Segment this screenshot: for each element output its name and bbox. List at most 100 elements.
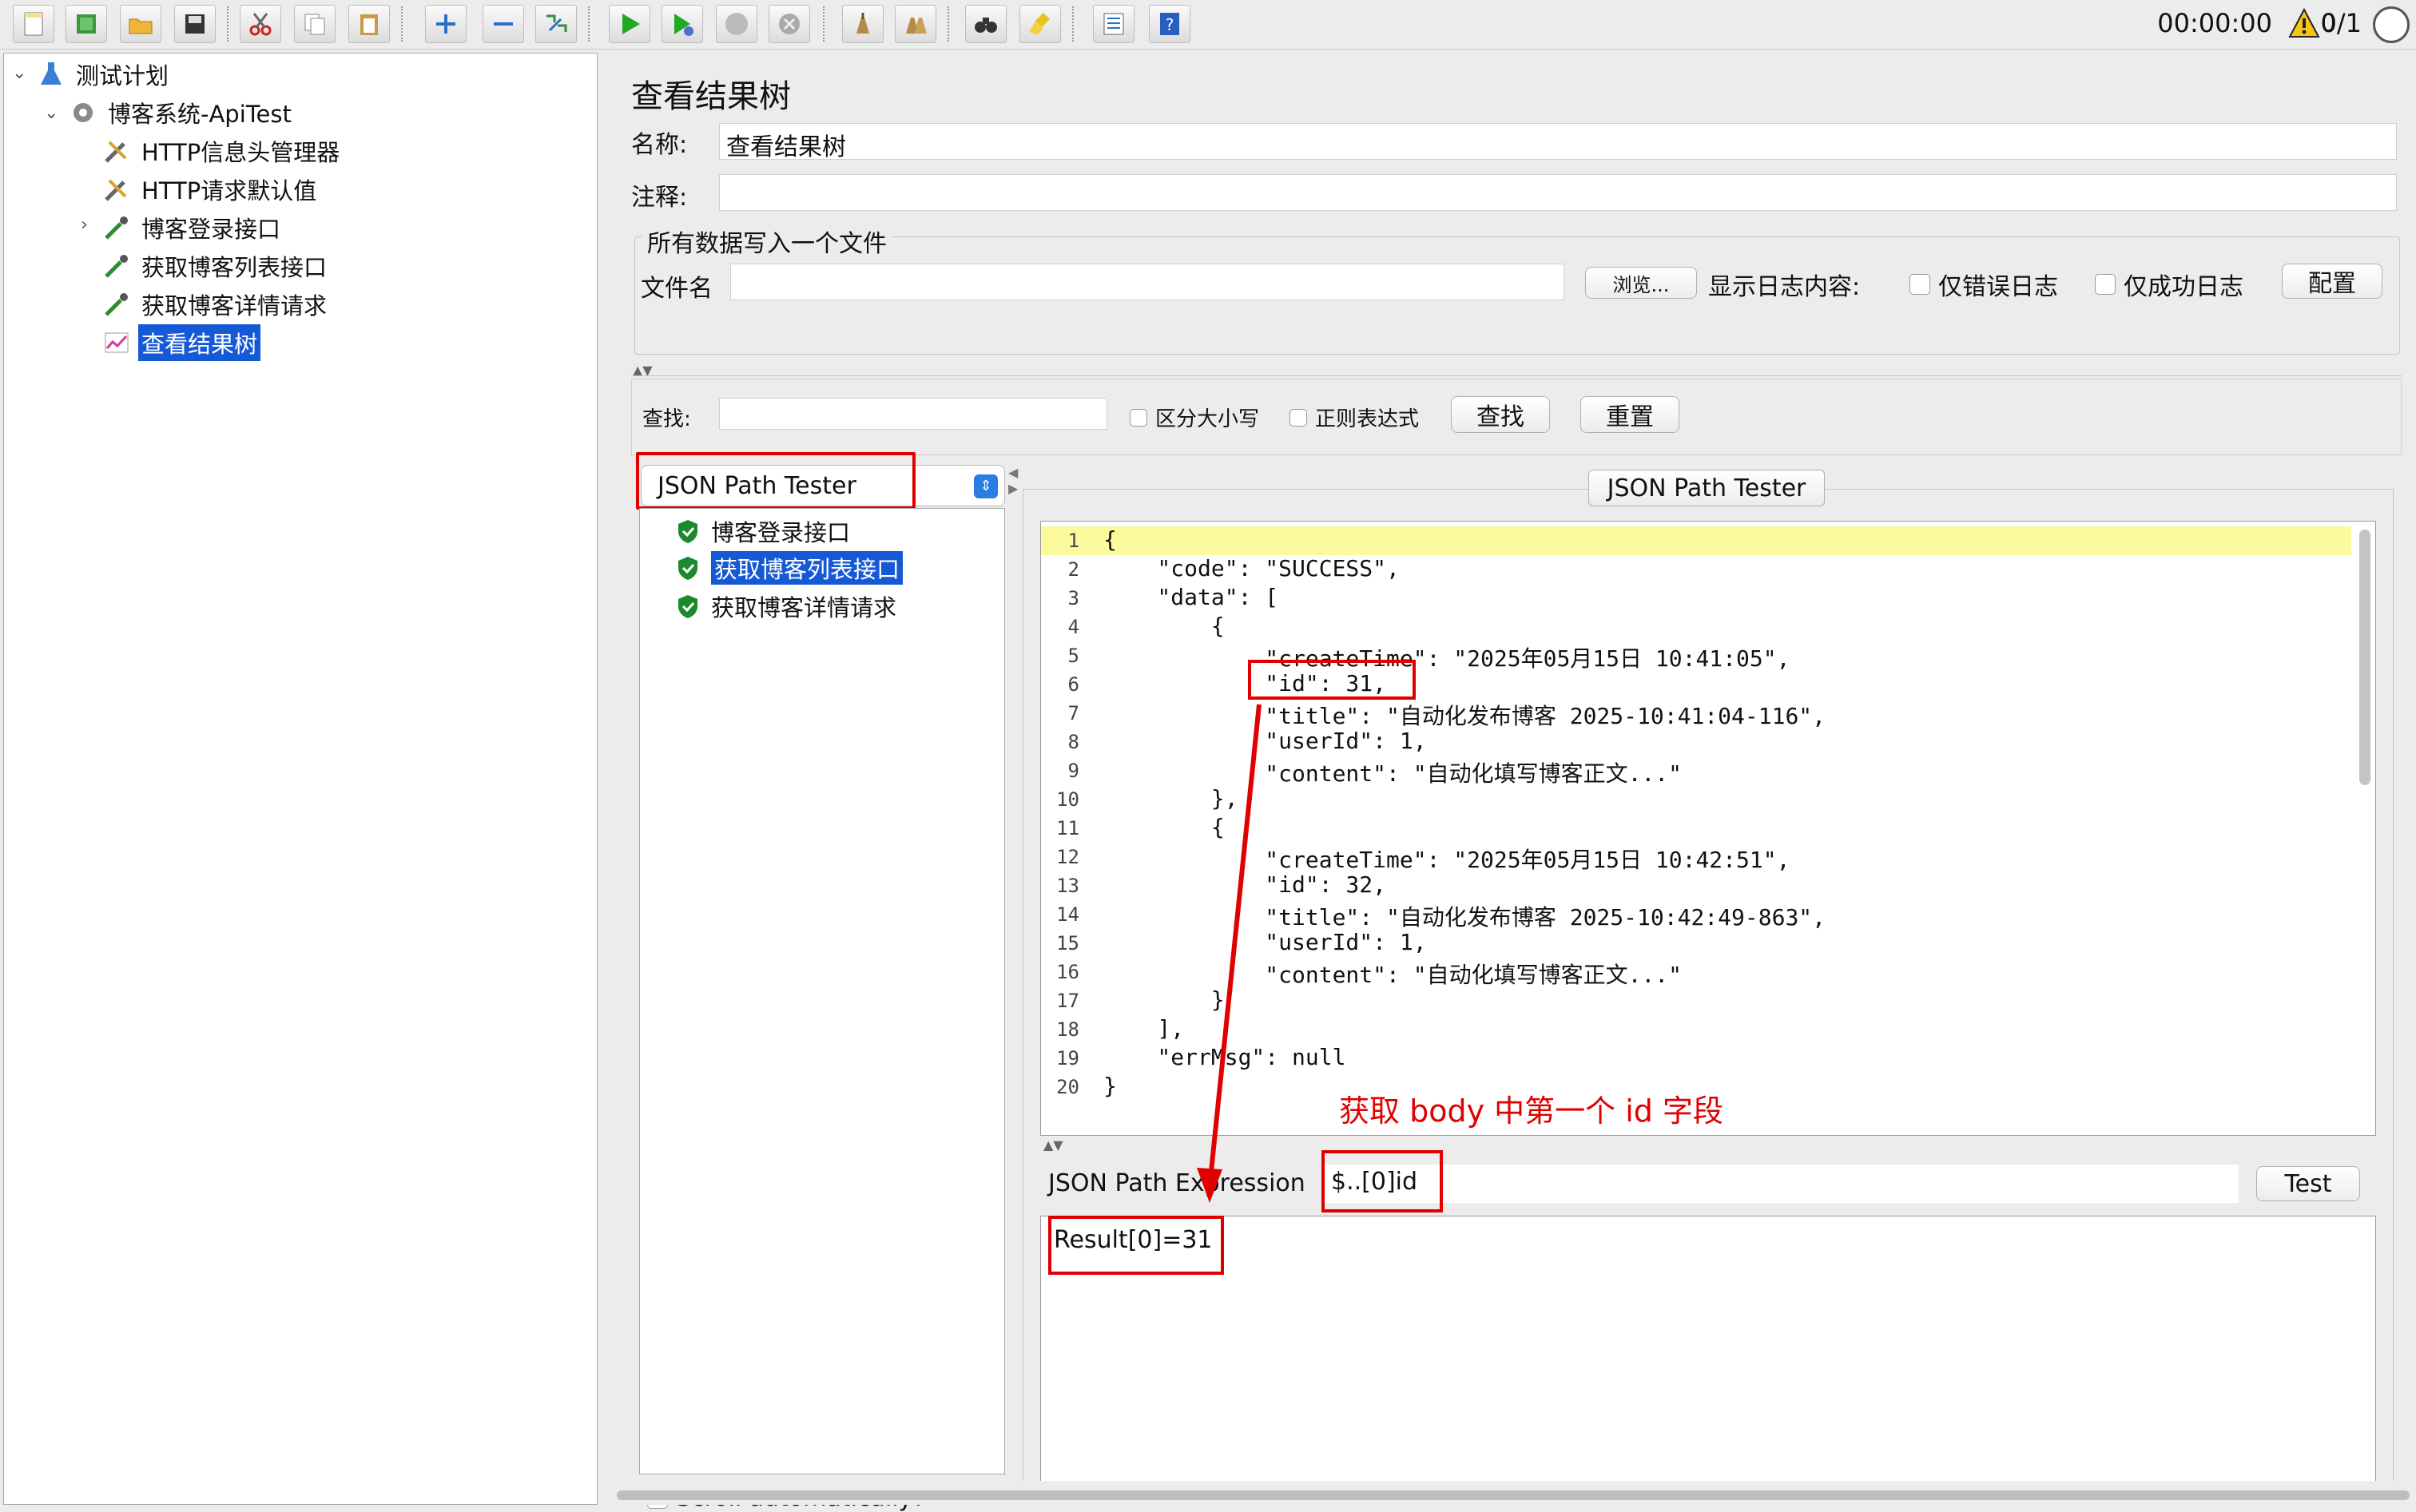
start-icon[interactable] [609,5,650,43]
tree-item-thread-group[interactable]: 博客系统-ApiTest [68,95,295,130]
tree-item-blog-detail-api[interactable]: 获取博客详情请求 [101,287,330,322]
result-output: Result[0]=31 [1040,1216,2376,1492]
renderer-highlight-box [636,452,916,510]
find-button[interactable]: 查找 [1451,396,1550,433]
line-number: 18 [1056,1018,1079,1041]
code-line: 2 "code": "SUCCESS", [1041,555,2351,584]
save-icon[interactable] [174,5,216,43]
line-number: 14 [1056,903,1079,926]
code-line: 1{ [1041,526,2351,555]
line-number: 1 [1067,530,1079,552]
function-helper-icon[interactable] [1093,5,1134,43]
comment-field[interactable] [719,174,2397,211]
line-number: 13 [1056,875,1079,897]
line-number: 15 [1056,932,1079,954]
result-row[interactable]: 博客登录接口 [676,514,850,548]
splitter[interactable] [601,53,612,1505]
page-title: 查看结果树 [631,78,791,115]
shutdown-icon[interactable] [769,5,810,43]
horizontal-scrollbar[interactable] [615,1481,2413,1505]
reset-button[interactable]: 重置 [1580,396,1679,433]
collapse-arrows-icon[interactable]: ▲▼ [1043,1137,1063,1153]
new-file-icon[interactable] [13,5,54,43]
sample-results-list [639,508,1005,1474]
line-number: 3 [1067,587,1079,609]
line-number: 7 [1067,702,1079,724]
help-icon[interactable]: ? [1149,5,1190,43]
checkbox[interactable] [1909,274,1930,295]
tree-item-request-defaults[interactable]: HTTP请求默认值 [101,172,320,207]
line-number: 16 [1056,961,1079,983]
line-number: 6 [1067,673,1079,696]
line-number: 20 [1056,1076,1079,1098]
browse-button[interactable]: 浏览... [1585,267,1697,299]
start-no-pause-icon[interactable] [662,5,703,43]
paste-icon[interactable] [348,5,390,43]
checkbox[interactable] [2095,274,2116,295]
code-text: { [1103,526,1117,553]
regex-checkbox[interactable]: 正则表达式 [1289,403,1419,432]
line-number: 19 [1056,1047,1079,1070]
tree-item-header-manager[interactable]: HTTP信息头管理器 [101,133,343,169]
code-text: { [1103,613,1225,639]
configure-button[interactable]: 配置 [2282,264,2382,299]
id-highlight-box [1248,660,1416,700]
wrench-icon [101,174,132,204]
editor-scrollbar[interactable] [2359,530,2370,785]
line-number: 10 [1056,788,1079,811]
search-icon[interactable] [965,5,1007,43]
errors-only-checkbox[interactable]: 仅错误日志 [1909,267,2058,302]
checkbox[interactable] [1130,408,1147,427]
pipette-icon [101,289,132,319]
result-row[interactable]: 获取博客列表接口 [676,551,904,585]
line-number: 9 [1067,760,1079,782]
templates-icon[interactable] [66,5,107,43]
filename-input[interactable] [730,264,1564,300]
tab-json-path-tester[interactable]: JSON Path Tester [1588,470,1825,506]
annotation-arrow [1197,704,1262,1203]
cut-icon[interactable] [240,5,281,43]
reset-search-icon[interactable] [1019,5,1061,43]
comment-label: 注释: [631,184,688,212]
tree-item-test-plan[interactable]: 测试计划 [36,57,172,92]
result-row[interactable]: 获取博客详情请求 [676,589,896,623]
json-path-input[interactable]: $..[0]id [1325,1165,2239,1203]
toggle-icon[interactable] [535,5,577,43]
chevron-down-icon[interactable]: ⌄ [12,63,26,83]
code-line: 3 "data": [ [1041,584,2351,613]
stop-icon[interactable] [716,5,757,43]
code-text: } [1103,1073,1117,1099]
test-button[interactable]: Test [2256,1166,2360,1201]
expand-icon[interactable] [425,5,467,43]
elapsed-time: 00:00:00 [2157,8,2272,38]
copy-icon[interactable] [294,5,336,43]
chevron-down-icon[interactable]: ⌄ [44,103,58,123]
code-text: "createTime": "2025年05月15日 10:41:05", [1103,645,1790,672]
case-sensitive-checkbox[interactable]: 区分大小写 [1130,403,1259,432]
success-shield-icon [678,595,697,618]
tree-item-blog-list-api[interactable]: 获取博客列表接口 [101,248,330,284]
chevron-right-icon[interactable]: › [81,215,88,235]
split-arrows-icon[interactable]: ◀ ▶ [1008,465,1018,497]
clear-icon[interactable] [842,5,884,43]
line-number: 5 [1067,645,1079,667]
line-number: 2 [1067,558,1079,581]
tree-item-results-tree[interactable]: 查看结果树 [101,324,261,361]
name-field[interactable]: 查看结果树 [719,123,2397,161]
warning-icon[interactable] [2288,8,2320,38]
tree-item-login-api[interactable]: 博客登录接口 [101,210,284,245]
filename-label: 文件名 [641,275,713,303]
success-only-checkbox[interactable]: 仅成功日志 [2095,267,2243,302]
search-input[interactable] [719,398,1107,430]
results-tree-panel: 查看结果树 名称: 查看结果树 注释: 所有数据写入一个文件 文件名 浏览...… [615,53,2413,1512]
code-text: ], [1103,1015,1185,1042]
checkbox[interactable] [1289,408,1307,427]
code-text: "data": [ [1103,584,1279,610]
collapse-icon[interactable] [483,5,524,43]
clear-all-icon[interactable] [895,5,936,43]
thread-count: 0/1 [2320,8,2362,38]
open-icon[interactable] [120,5,161,43]
result-highlight-box [1048,1216,1224,1275]
dropdown-arrows-icon: ⇕ [974,474,998,498]
test-plan-tree: ⌄ 测试计划 ⌄ 博客系统-ApiTest HTTP信息头管理器 HTTP请求默… [3,53,598,1505]
